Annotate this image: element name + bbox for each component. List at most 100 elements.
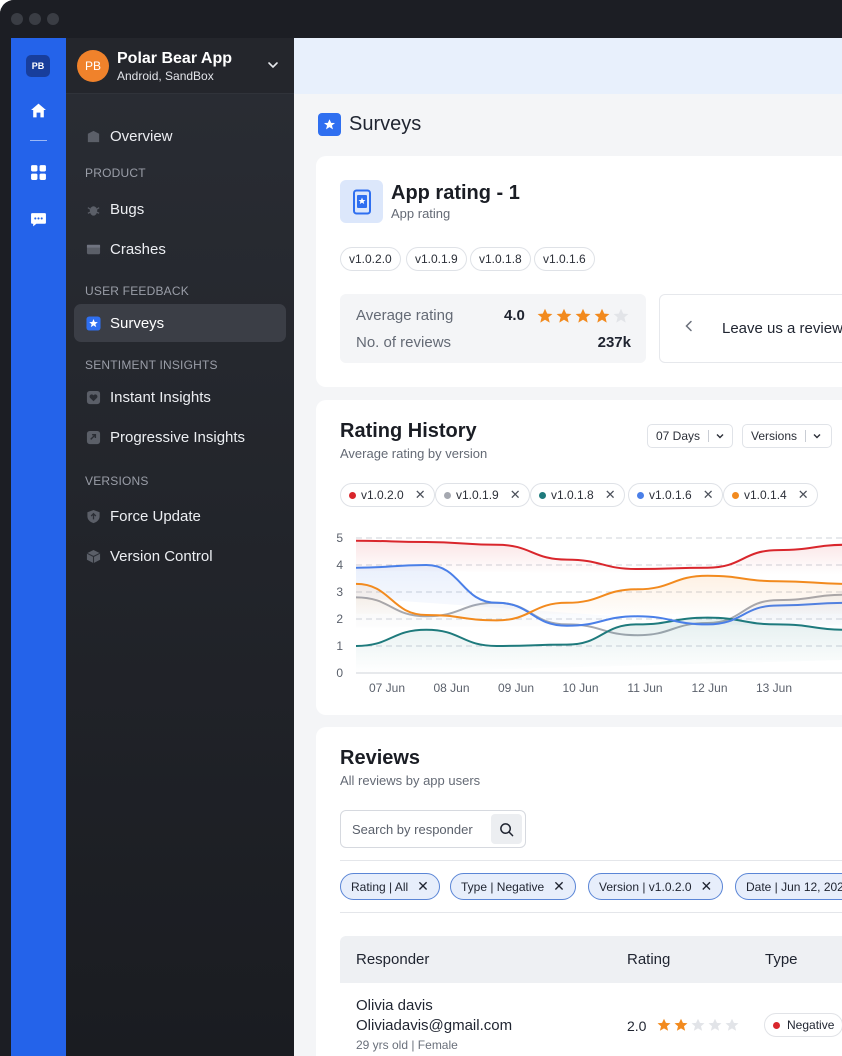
filter-label: Version | v1.0.2.0 <box>599 879 692 894</box>
sidebar-item-bugs[interactable]: Bugs <box>74 190 286 228</box>
version-chip[interactable]: v1.0.1.8 <box>470 247 531 271</box>
star-badge-icon <box>318 113 341 136</box>
close-icon[interactable]: ✕ <box>553 878 565 895</box>
star-empty-icon <box>725 1018 739 1031</box>
search-input[interactable]: Search by responder <box>352 822 473 837</box>
legend-chip[interactable]: v1.0.1.8 ✕ <box>530 483 625 507</box>
window-close-button[interactable] <box>11 13 23 25</box>
star-empty-icon <box>691 1018 705 1031</box>
review-rating-stars <box>657 1018 739 1032</box>
app-switcher[interactable]: PB Polar Bear App Android, SandBox <box>66 38 294 94</box>
date-range-dropdown[interactable]: 07 Days <box>647 424 733 448</box>
close-icon[interactable]: ✕ <box>605 487 616 503</box>
column-header-type[interactable]: Type <box>765 951 798 968</box>
chevron-left-icon[interactable] <box>682 319 696 338</box>
filter-chip-date[interactable]: Date | Jun 12, 2024 <box>735 873 842 900</box>
window-maximize-button[interactable] <box>47 13 59 25</box>
rating-history-title: Rating History <box>340 420 477 442</box>
legend-color-dot <box>539 491 546 499</box>
window-minimize-button[interactable] <box>29 13 41 25</box>
filter-label: Date | Jun 12, 2024 <box>746 879 842 894</box>
chat-icon[interactable] <box>28 209 48 229</box>
sidebar-item-progressive-insights[interactable]: Progressive Insights <box>74 418 286 456</box>
survey-type: App rating <box>391 206 451 221</box>
sidebar-item-force-update[interactable]: Force Update <box>74 497 286 535</box>
workspace-badge[interactable]: PB <box>26 55 50 77</box>
main-content: Surveys App rating - 1 App rating v1.0.2… <box>294 38 842 1056</box>
legend-label: v1.0.2.0 <box>361 488 404 502</box>
close-icon[interactable]: ✕ <box>798 487 809 503</box>
search-icon[interactable] <box>491 814 522 844</box>
y-tick-label: 3 <box>336 585 343 599</box>
average-rating-label: Average rating <box>356 307 454 324</box>
responder-search[interactable]: Search by responder <box>340 810 526 848</box>
versions-dropdown-label: Versions <box>751 429 798 443</box>
legend-color-dot <box>444 491 451 499</box>
review-prompt-text: Leave us a review <box>722 320 842 337</box>
legend-label: v1.0.1.6 <box>649 488 692 502</box>
grid-icon[interactable] <box>28 162 48 182</box>
rating-history-subtitle: Average rating by version <box>340 446 488 461</box>
star-filled-icon <box>556 308 572 323</box>
legend-color-dot <box>349 491 356 499</box>
filter-chip-rating[interactable]: Rating | All ✕ <box>340 873 440 900</box>
x-tick-label: 08 Jun <box>433 681 469 692</box>
version-chip[interactable]: v1.0.2.0 <box>340 247 401 271</box>
sidebar-item-crashes[interactable]: Crashes <box>74 230 286 268</box>
box-icon <box>85 548 101 564</box>
sidebar-item-surveys[interactable]: Surveys <box>74 304 286 342</box>
phone-star-icon <box>340 180 383 223</box>
close-icon[interactable]: ✕ <box>703 487 714 503</box>
star-filled-icon <box>537 308 553 323</box>
home-icon[interactable] <box>28 100 48 120</box>
x-tick-label: 07 Jun <box>369 681 405 692</box>
chevron-down-icon[interactable] <box>266 58 280 77</box>
y-tick-label: 5 <box>336 531 343 545</box>
version-chip[interactable]: v1.0.1.9 <box>406 247 467 271</box>
legend-chip[interactable]: v1.0.1.9 ✕ <box>435 483 530 507</box>
reviews-title: Reviews <box>340 747 421 769</box>
version-chip[interactable]: v1.0.1.6 <box>534 247 595 271</box>
legend-chip[interactable]: v1.0.2.0 ✕ <box>340 483 435 507</box>
y-tick-label: 4 <box>336 558 343 572</box>
overview-icon <box>85 128 101 144</box>
sidebar-section-user-feedback: USER FEEDBACK <box>85 284 189 298</box>
sidebar-item-instant-insights[interactable]: Instant Insights <box>74 378 286 416</box>
versions-dropdown[interactable]: Versions <box>742 424 832 448</box>
app-window: PB PB Polar Bear App Android, SandBox Ov… <box>0 0 842 1056</box>
filter-chip-version[interactable]: Version | v1.0.2.0 ✕ <box>588 873 724 900</box>
x-tick-label: 12 Jun <box>691 681 727 692</box>
rail-divider <box>30 140 47 141</box>
sidebar-item-version-control[interactable]: Version Control <box>74 537 286 575</box>
column-header-rating[interactable]: Rating <box>627 951 670 968</box>
reviews-table-header: Responder Rating Type <box>340 936 842 983</box>
chevron-down-icon <box>813 434 821 439</box>
sidebar: PB Polar Bear App Android, SandBox Overv… <box>66 38 294 1056</box>
review-rating-value: 2.0 <box>627 1018 647 1034</box>
divider <box>340 912 842 913</box>
review-count-value: 237k <box>597 334 631 351</box>
review-prompt-carousel: Leave us a review <box>659 294 842 363</box>
sidebar-item-overview[interactable]: Overview <box>74 117 286 155</box>
filter-label: Rating | All <box>351 879 409 894</box>
review-count-label: No. of reviews <box>356 334 452 351</box>
close-icon[interactable]: ✕ <box>510 487 521 503</box>
review-type-label: Negative <box>787 1018 835 1032</box>
sidebar-item-label: Version Control <box>110 547 213 565</box>
average-rating-value: 4.0 <box>504 307 525 324</box>
close-icon[interactable]: ✕ <box>415 487 426 503</box>
divider <box>340 860 842 861</box>
page-title: Surveys <box>349 113 422 135</box>
sidebar-section-sentiment: SENTIMENT INSIGHTS <box>85 358 218 372</box>
column-header-responder[interactable]: Responder <box>356 951 429 968</box>
survey-summary-card: App rating - 1 App rating v1.0.2.0 v1.0.… <box>316 156 842 387</box>
page-header: Surveys <box>318 113 421 136</box>
icon-rail: PB <box>11 38 66 1056</box>
close-icon[interactable]: ✕ <box>701 878 713 895</box>
legend-chip[interactable]: v1.0.1.6 ✕ <box>628 483 723 507</box>
star-filled-icon <box>594 308 610 323</box>
close-icon[interactable]: ✕ <box>417 878 429 895</box>
bug-icon <box>85 201 101 217</box>
legend-chip[interactable]: v1.0.1.4 ✕ <box>723 483 818 507</box>
filter-chip-type[interactable]: Type | Negative ✕ <box>450 873 576 900</box>
